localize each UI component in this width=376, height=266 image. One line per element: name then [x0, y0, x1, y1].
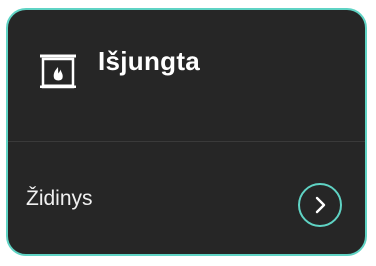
status-text: Išjungta	[98, 46, 201, 76]
device-name: Židinys	[26, 187, 93, 210]
open-details-button[interactable]	[298, 183, 342, 227]
card-footer[interactable]: Židinys	[8, 142, 365, 254]
chevron-right-icon	[312, 195, 328, 215]
fireplace-icon	[39, 53, 77, 89]
card-header: Išjungta	[8, 10, 365, 142]
fireplace-card[interactable]: Išjungta Židinys	[6, 8, 367, 256]
